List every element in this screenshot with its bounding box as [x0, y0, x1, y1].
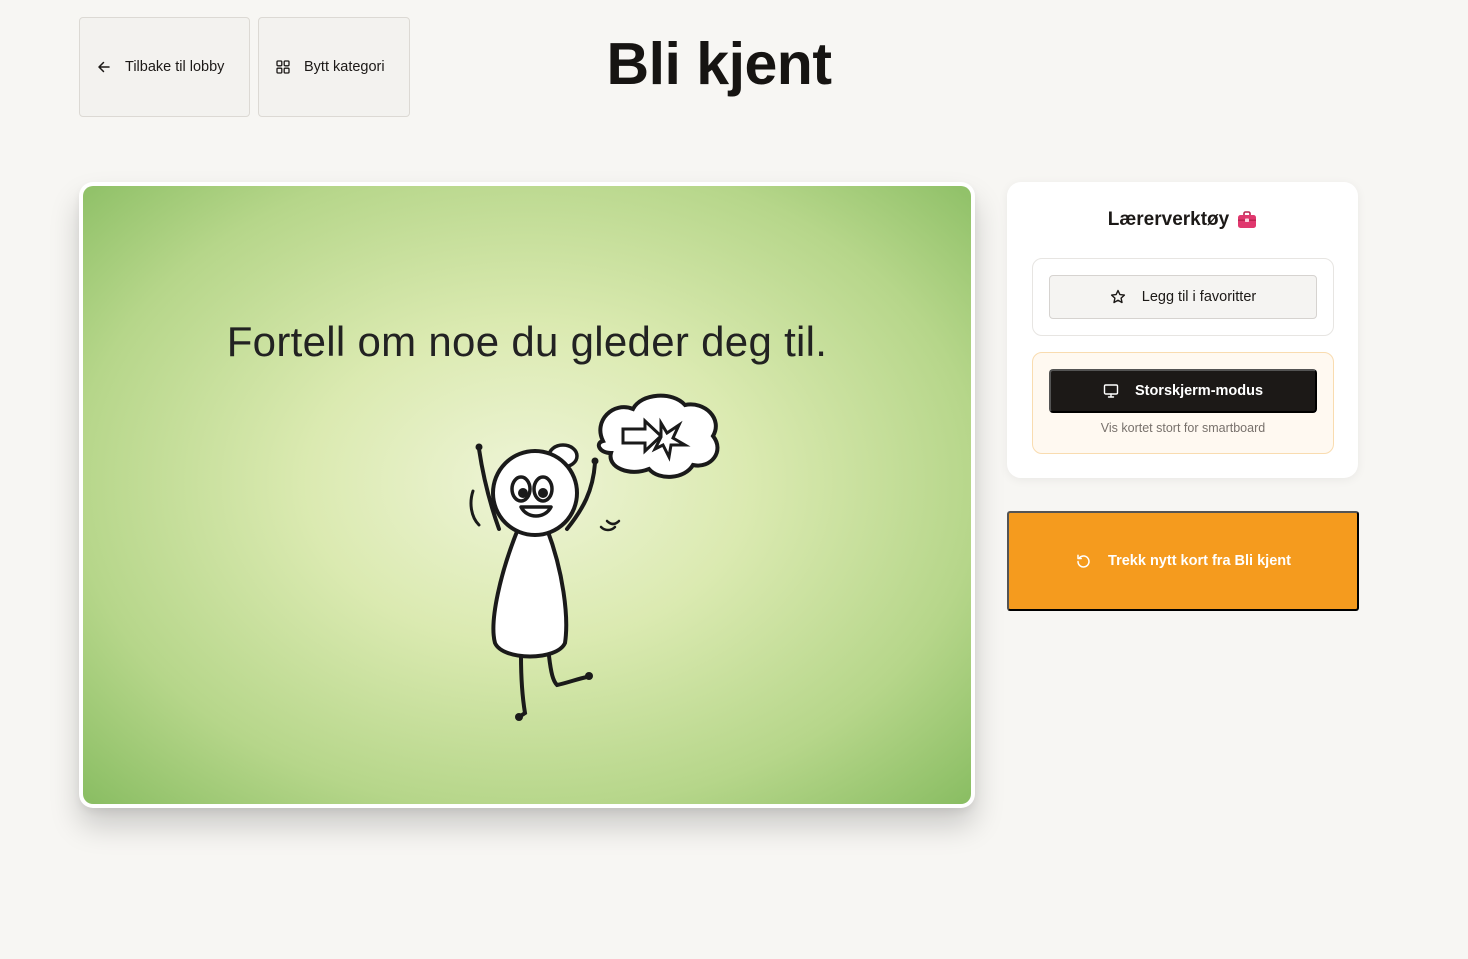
add-to-favorites-label: Legg til i favoritter [1141, 289, 1257, 305]
teacher-tools-title: Lærerverktøy [1107, 209, 1230, 230]
card-face: Fortell om noe du gleder deg til. [83, 186, 971, 804]
page-title: Bli kjent [606, 31, 833, 97]
bigscreen-section: Storskjerm-modus Vis kortet stort for sm… [1032, 352, 1334, 454]
add-to-favorites-button[interactable]: Legg til i favoritter [1049, 275, 1317, 319]
bigscreen-mode-label: Storskjerm-modus [1134, 383, 1264, 399]
teacher-tools-panel: Lærerverktøy Legg til i favoritter Stors… [1007, 182, 1358, 478]
refresh-icon [1077, 554, 1090, 568]
star-icon [1110, 289, 1125, 304]
monitor-icon [1103, 384, 1119, 398]
draw-new-card-button[interactable]: Trekk nytt kort fra Bli kjent [1007, 511, 1359, 611]
question-card: Fortell om noe du gleder deg til. [79, 182, 975, 808]
toolbox-icon [1238, 211, 1257, 228]
favorites-section: Legg til i favoritter [1032, 258, 1334, 336]
teacher-tools-heading: Lærerverktøy [1007, 209, 1358, 231]
happy-stick-figure-illustration [469, 393, 720, 721]
bigscreen-mode-button[interactable]: Storskjerm-modus [1049, 369, 1317, 413]
bigscreen-subtitle: Vis kortet stort for smartboard [1100, 421, 1266, 435]
card-question-text: Fortell om noe du gleder deg til. [226, 318, 828, 365]
draw-new-card-label: Trekk nytt kort fra Bli kjent [1108, 553, 1291, 569]
